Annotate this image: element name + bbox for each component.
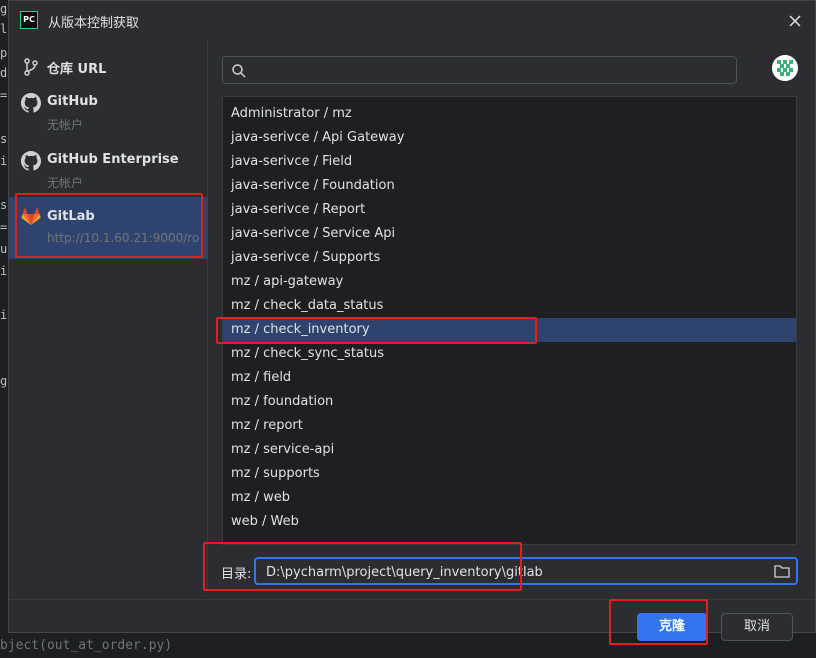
title-bar: PC 从版本控制获取 bbox=[9, 1, 815, 41]
pycharm-app-icon: PC bbox=[20, 11, 38, 29]
gitlab-icon bbox=[21, 207, 41, 225]
list-item[interactable]: mz / supports bbox=[223, 462, 796, 486]
dialog-title: 从版本控制获取 bbox=[48, 16, 140, 31]
list-item[interactable]: java-serivce / Report bbox=[223, 198, 796, 222]
sidebar-item-sub: 无帐户 bbox=[47, 118, 84, 132]
close-icon bbox=[789, 15, 801, 27]
repository-list[interactable]: Administrator / mz java-serivce / Api Gat… bbox=[222, 96, 797, 545]
avatar[interactable] bbox=[772, 55, 798, 81]
sidebar-item-sub: 无帐户 bbox=[47, 176, 84, 190]
directory-label: 目录: bbox=[221, 567, 252, 582]
editor-char: i bbox=[0, 308, 8, 322]
vcs-sidebar: 仓库 URL GitHub 无帐户 GitHub Enterprise 无帐户 bbox=[9, 41, 208, 593]
cancel-button[interactable]: 取消 bbox=[721, 613, 793, 641]
sidebar-item-gitlab[interactable]: GitLab http://10.1.60.21:9000/roo bbox=[9, 197, 208, 259]
list-item[interactable]: Administrator / mz bbox=[223, 102, 796, 126]
github-icon bbox=[21, 93, 41, 113]
editor-char: s bbox=[0, 132, 8, 146]
folder-icon[interactable] bbox=[774, 564, 790, 578]
list-item[interactable]: java-serivce / Api Gateway bbox=[223, 126, 796, 150]
sidebar-item-label: GitHub bbox=[47, 94, 98, 109]
list-item[interactable]: java-serivce / Foundation bbox=[223, 174, 796, 198]
list-item[interactable]: mz / api-gateway bbox=[223, 270, 796, 294]
background-editor: g l p d = s i s = u i i g bbox=[0, 0, 8, 658]
github-icon bbox=[21, 151, 41, 171]
list-item[interactable]: mz / service-api bbox=[223, 438, 796, 462]
editor-char: g bbox=[0, 2, 8, 16]
list-item[interactable]: mz / check_data_status bbox=[223, 294, 796, 318]
list-item[interactable]: java-serivce / Supports bbox=[223, 246, 796, 270]
list-item[interactable]: mz / web bbox=[223, 486, 796, 510]
editor-char: u bbox=[0, 242, 8, 256]
directory-input[interactable] bbox=[264, 562, 768, 582]
editor-char: i bbox=[0, 154, 8, 168]
search-input[interactable] bbox=[251, 60, 725, 82]
sidebar-item-sub: http://10.1.60.21:9000/roo bbox=[47, 231, 199, 245]
repository-search[interactable] bbox=[222, 56, 737, 84]
editor-char: p bbox=[0, 46, 8, 60]
sidebar-item-github-enterprise[interactable]: GitHub Enterprise 无帐户 bbox=[9, 147, 208, 199]
get-from-vcs-dialog: PC 从版本控制获取 仓库 URL GitHub 无帐户 GitHub Ente… bbox=[8, 0, 816, 641]
sidebar-item-label: GitHub Enterprise bbox=[47, 152, 179, 167]
editor-char: g bbox=[0, 374, 8, 388]
clone-button[interactable]: 克隆 bbox=[637, 613, 707, 641]
list-item[interactable]: mz / field bbox=[223, 366, 796, 390]
list-item[interactable]: mz / report bbox=[223, 414, 796, 438]
editor-char: = bbox=[0, 220, 8, 234]
close-button[interactable] bbox=[785, 11, 805, 31]
sidebar-item-repo-url[interactable]: 仓库 URL bbox=[9, 49, 208, 89]
identicon-icon bbox=[772, 55, 798, 81]
sidebar-item-label: GitLab bbox=[47, 209, 95, 224]
search-icon bbox=[232, 64, 246, 78]
list-item[interactable]: mz / foundation bbox=[223, 390, 796, 414]
list-item[interactable]: mz / check_inventory bbox=[223, 318, 796, 342]
list-item[interactable]: web / Web bbox=[223, 510, 796, 534]
editor-char: l bbox=[0, 22, 8, 36]
list-item[interactable]: mz / check_sync_status bbox=[223, 342, 796, 366]
editor-char: i bbox=[0, 264, 8, 278]
directory-field[interactable] bbox=[254, 557, 798, 585]
sidebar-item-label: 仓库 URL bbox=[47, 62, 107, 77]
list-item[interactable]: java-serivce / Service Api bbox=[223, 222, 796, 246]
editor-char: d bbox=[0, 66, 8, 80]
editor-char: = bbox=[0, 88, 8, 102]
sidebar-item-github[interactable]: GitHub 无帐户 bbox=[9, 89, 208, 141]
footer-divider bbox=[9, 599, 815, 600]
list-item[interactable]: java-serivce / Field bbox=[223, 150, 796, 174]
editor-char: s bbox=[0, 198, 8, 212]
editor-bottom-line: bject(out_at_order.py) bbox=[0, 638, 173, 653]
branch-icon bbox=[24, 58, 38, 76]
